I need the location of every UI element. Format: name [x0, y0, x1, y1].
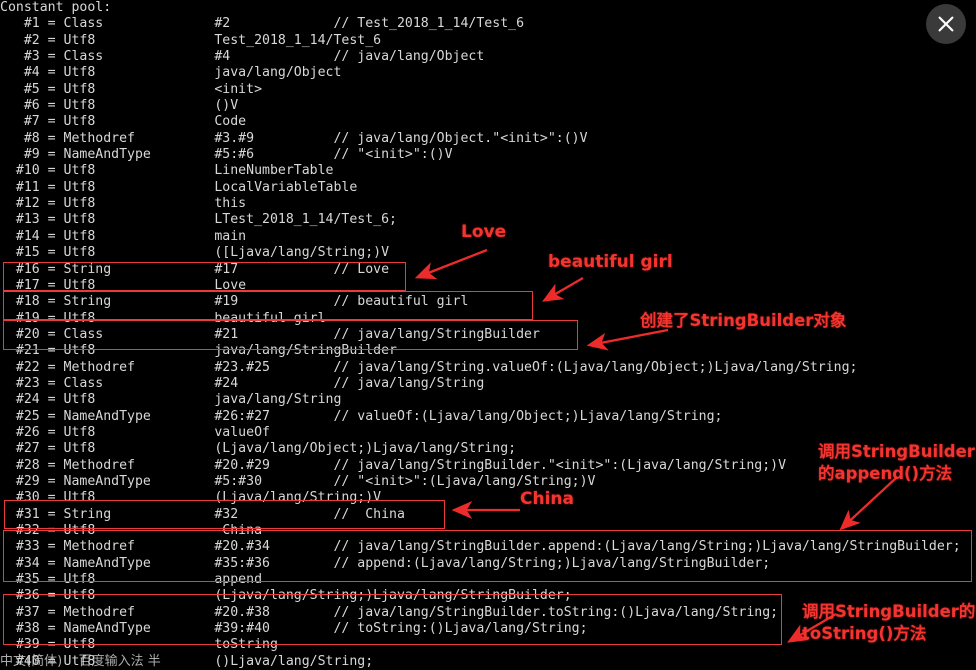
- terminal-line: #17 = Utf8 Love: [0, 277, 247, 293]
- terminal-line: #13 = Utf8 LTest_2018_1_14/Test_6;: [0, 212, 397, 228]
- terminal-line: #11 = Utf8 LocalVariableTable: [0, 179, 358, 195]
- ime-status-line: 中文(简体) 百度输入法 半: [0, 654, 161, 669]
- terminal-line: #3 = Class #4 // java/lang/Object: [0, 49, 485, 65]
- terminal-line: Constant pool:: [0, 0, 112, 15]
- terminal-line: #9 = NameAndType #5:#6 // "<init>":()V: [0, 147, 453, 163]
- close-icon: [938, 16, 954, 32]
- terminal-line: #7 = Utf8 Code: [0, 114, 247, 130]
- terminal-line: #1 = Class #2 // Test_2018_1_14/Test_6: [0, 16, 525, 32]
- terminal-line: #32 = Utf8 China: [0, 523, 263, 538]
- terminal-output: Constant pool: #1 = Class #2 // Test_201…: [0, 0, 976, 669]
- terminal-line: #23 = Class #24 // java/lang/String: [0, 375, 485, 391]
- terminal-line: #6 = Utf8 ()V: [0, 98, 239, 114]
- terminal-line: #27 = Utf8 (Ljava/lang/Object;)Ljava/lan…: [0, 441, 517, 457]
- terminal-line: #30 = Utf8 (Ljava/lang/String;)V: [0, 490, 382, 506]
- close-window-button[interactable]: [926, 4, 966, 44]
- terminal-line: #25 = NameAndType #26:#27 // valueOf:(Lj…: [0, 408, 723, 424]
- terminal-line: #28 = Methodref #20.#29 // java/lang/Str…: [0, 457, 787, 473]
- terminal-line: #12 = Utf8 this: [0, 196, 247, 212]
- terminal-line: #21 = Utf8 java/lang/StringBuilder: [0, 343, 397, 359]
- terminal-line: #15 = Utf8 ([Ljava/lang/String;)V: [0, 245, 390, 261]
- terminal-line: #34 = NameAndType #35:#36 // append:(Lja…: [0, 555, 771, 571]
- terminal-line: #19 = Utf8 beautiful girl: [0, 310, 326, 326]
- terminal-line: #29 = NameAndType #5:#30 // "<init>":(Lj…: [0, 473, 596, 489]
- terminal-line: #37 = Methodref #20.#38 // java/lang/Str…: [0, 604, 779, 620]
- terminal-line: #22 = Methodref #23.#25 // java/lang/Str…: [0, 359, 858, 375]
- terminal-line: #5 = Utf8 <init>: [0, 81, 263, 97]
- terminal-line: #24 = Utf8 java/lang/String: [0, 392, 342, 408]
- terminal-line: #35 = Utf8 append: [0, 572, 263, 588]
- terminal-line: #33 = Methodref #20.#34 // java/lang/Str…: [0, 539, 961, 555]
- terminal-line: #8 = Methodref #3.#9 // java/lang/Object…: [0, 130, 588, 146]
- terminal-line: #26 = Utf8 valueOf: [0, 424, 270, 440]
- terminal-line: #20 = Class #21 // java/lang/StringBuild…: [0, 326, 540, 342]
- terminal-line: #14 = Utf8 main: [0, 228, 247, 244]
- terminal-line: #18 = String #19 // beautiful girl: [0, 294, 469, 310]
- terminal-line: #4 = Utf8 java/lang/Object: [0, 65, 342, 81]
- terminal-line: #2 = Utf8 Test_2018_1_14/Test_6: [0, 32, 382, 48]
- terminal-line: #16 = String #17 // Love: [0, 261, 390, 277]
- terminal-line: #38 = NameAndType #39:#40 // toString:()…: [0, 621, 588, 637]
- terminal-line: #36 = Utf8 (Ljava/lang/String;)Ljava/lan…: [0, 588, 572, 604]
- terminal-line: #10 = Utf8 LineNumberTable: [0, 163, 334, 179]
- terminal-line: #31 = String #32 // China: [0, 506, 405, 522]
